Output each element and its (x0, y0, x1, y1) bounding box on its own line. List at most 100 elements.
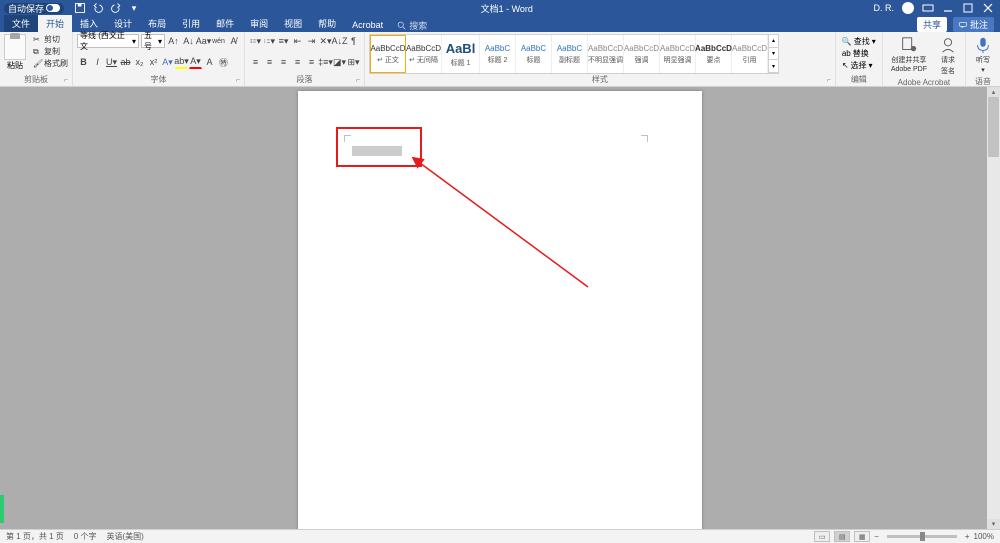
decrease-indent-button[interactable]: ⇤ (291, 34, 304, 48)
user-avatar-icon[interactable] (902, 2, 914, 14)
asian-layout-button[interactable]: ✕▾ (319, 34, 332, 48)
style-subtle-emphasis[interactable]: AaBbCcD不明显强调 (588, 35, 624, 73)
close-icon[interactable] (982, 2, 994, 14)
autosave-toggle[interactable]: 自动保存 (4, 3, 64, 14)
superscript-button[interactable]: x² (147, 55, 160, 69)
zoom-level[interactable]: 100% (974, 532, 994, 541)
format-painter-button[interactable]: 🖌格式刷 (33, 58, 68, 69)
comments-button[interactable]: 批注 (953, 17, 994, 32)
style-heading2[interactable]: AaBbC标题 2 (480, 35, 516, 73)
tab-references[interactable]: 引用 (174, 15, 208, 32)
bold-button[interactable]: B (77, 55, 90, 69)
paragraph-launcher-icon[interactable]: ⌐ (356, 77, 360, 84)
tab-review[interactable]: 审阅 (242, 15, 276, 32)
line-spacing-button[interactable]: ‡≡▾ (319, 55, 332, 69)
shading-button[interactable]: ◪▾ (333, 55, 346, 69)
font-color-button[interactable]: A▾ (189, 55, 202, 69)
enclose-characters-button[interactable]: ㊕ (217, 55, 230, 69)
dictate-button[interactable]: 听写▾ (970, 34, 996, 76)
change-case-button[interactable]: Aa▾ (197, 34, 210, 48)
style-no-spacing[interactable]: AaBbCcD↵ 无间隔 (406, 35, 442, 73)
sort-button[interactable]: A↓Z (333, 34, 346, 48)
style-subtitle[interactable]: AaBbC副标题 (552, 35, 588, 73)
font-launcher-icon[interactable]: ⌐ (236, 77, 240, 84)
zoom-in-button[interactable]: + (965, 532, 970, 541)
vertical-scrollbar[interactable]: ▴ ▾ (987, 87, 1000, 529)
find-button[interactable]: 🔍查找 ▾ (842, 36, 876, 47)
create-share-pdf-button[interactable]: 创建并共享Adobe PDF (887, 34, 931, 75)
paste-button[interactable] (4, 34, 26, 60)
request-signature-button[interactable]: 请求签名 (935, 34, 961, 78)
distribute-button[interactable]: ≡ (305, 55, 318, 69)
align-left-button[interactable]: ≡ (249, 55, 262, 69)
styles-gallery-more[interactable]: ▴▾▾ (768, 35, 778, 73)
bullets-button[interactable]: ▾ (249, 34, 262, 48)
grow-font-button[interactable]: A↑ (167, 34, 180, 48)
tab-help[interactable]: 帮助 (310, 15, 344, 32)
font-size-select[interactable]: 五号 ▾ (141, 34, 165, 48)
zoom-slider[interactable] (887, 535, 957, 538)
numbering-button[interactable]: 12▾ (263, 34, 276, 48)
style-title[interactable]: AaBbC标题 (516, 35, 552, 73)
tab-mailings[interactable]: 邮件 (208, 15, 242, 32)
tab-home[interactable]: 开始 (38, 15, 72, 32)
page-count[interactable]: 第 1 页，共 1 页 (6, 531, 64, 542)
gallery-up-icon[interactable]: ▴ (769, 35, 778, 48)
clipboard-launcher-icon[interactable]: ⌐ (64, 77, 68, 84)
gallery-down-icon[interactable]: ▾ (769, 48, 778, 61)
italic-button[interactable]: I (91, 55, 104, 69)
word-count[interactable]: 0 个字 (74, 531, 97, 542)
save-icon[interactable] (74, 2, 86, 14)
zoom-out-button[interactable]: − (874, 532, 879, 541)
undo-icon[interactable] (92, 2, 104, 14)
select-button[interactable]: ↖选择 ▾ (842, 60, 876, 71)
borders-button[interactable]: ⊞▾ (347, 55, 360, 69)
strikethrough-button[interactable]: ab (119, 55, 132, 69)
style-intense-emphasis[interactable]: AaBbCcD明显强调 (660, 35, 696, 73)
replace-button[interactable]: ab替换 (842, 48, 876, 59)
justify-button[interactable]: ≡ (291, 55, 304, 69)
zoom-thumb[interactable] (920, 532, 925, 541)
character-shading-button[interactable]: A (203, 55, 216, 69)
tell-me-search[interactable]: 搜索 (397, 19, 427, 32)
highlight-button[interactable]: ab▾ (175, 55, 188, 69)
underline-button[interactable]: U▾ (105, 55, 118, 69)
tab-view[interactable]: 视图 (276, 15, 310, 32)
print-layout-button[interactable]: ▤ (834, 531, 850, 542)
style-strong[interactable]: AaBbCcD要点 (696, 35, 732, 73)
ribbon-display-icon[interactable] (922, 2, 934, 14)
tab-file[interactable]: 文件 (4, 15, 38, 32)
gallery-expand-icon[interactable]: ▾ (769, 60, 778, 73)
show-marks-button[interactable]: ¶ (347, 34, 360, 48)
read-mode-button[interactable]: ▭ (814, 531, 830, 542)
share-button[interactable]: 共享 (917, 17, 947, 32)
styles-launcher-icon[interactable]: ⌐ (827, 77, 831, 84)
scroll-up-icon[interactable]: ▴ (987, 87, 1000, 97)
text-effects-button[interactable]: A▾ (161, 55, 174, 69)
shrink-font-button[interactable]: A↓ (182, 34, 195, 48)
copy-button[interactable]: ⧉复制 (33, 46, 68, 57)
phonetic-guide-button[interactable]: wén (212, 34, 225, 48)
clear-formatting-button[interactable]: A̸ (227, 34, 240, 48)
style-heading1[interactable]: AaBl标题 1 (442, 35, 480, 73)
align-center-button[interactable]: ≡ (263, 55, 276, 69)
subscript-button[interactable]: x₂ (133, 55, 146, 69)
style-emphasis[interactable]: AaBbCcD强调 (624, 35, 660, 73)
cut-button[interactable]: ✂剪切 (33, 34, 68, 45)
language-status[interactable]: 英语(美国) (106, 531, 143, 542)
font-name-select[interactable]: 等线 (西文正文 ▾ (77, 34, 139, 48)
page[interactable] (298, 91, 702, 529)
style-quote[interactable]: AaBbCcD引用 (732, 35, 768, 73)
web-layout-button[interactable]: ▦ (854, 531, 870, 542)
minimize-icon[interactable] (942, 2, 954, 14)
redo-icon[interactable] (110, 2, 122, 14)
tab-acrobat[interactable]: Acrobat (344, 18, 391, 32)
scroll-down-icon[interactable]: ▾ (987, 519, 1000, 529)
maximize-icon[interactable] (962, 2, 974, 14)
qat-dropdown-icon[interactable]: ▾ (128, 2, 140, 14)
align-right-button[interactable]: ≡ (277, 55, 290, 69)
style-normal[interactable]: AaBbCcD↵ 正文 (370, 35, 406, 73)
increase-indent-button[interactable]: ⇥ (305, 34, 318, 48)
scroll-thumb[interactable] (988, 97, 999, 157)
multilevel-list-button[interactable]: ≡▾ (277, 34, 290, 48)
